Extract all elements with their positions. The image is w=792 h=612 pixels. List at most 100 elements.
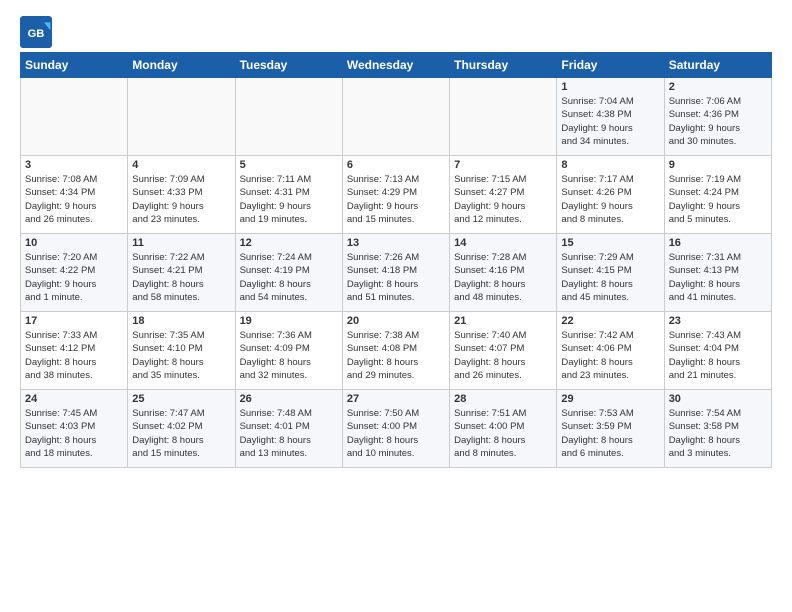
day-info: Sunrise: 7:51 AM Sunset: 4:00 PM Dayligh… — [454, 407, 552, 460]
calendar-cell: 12 Sunrise: 7:24 AM Sunset: 4:19 PM Dayli… — [235, 234, 342, 312]
day-number: 2 — [669, 81, 767, 93]
day-number: 16 — [669, 237, 767, 249]
calendar-cell: 3Sunrise: 7:08 AM Sunset: 4:34 PM Daylig… — [21, 156, 128, 234]
weekday-header: Friday — [557, 53, 664, 78]
day-info: Sunrise: 7:24 AM Sunset: 4:19 PM Dayligh… — [240, 251, 338, 304]
day-info: Sunrise: 7:40 AM Sunset: 4:07 PM Dayligh… — [454, 329, 552, 382]
calendar-cell: 11 Sunrise: 7:22 AM Sunset: 4:21 PM Dayli… — [128, 234, 235, 312]
calendar-cell: 29 Sunrise: 7:53 AM Sunset: 3:59 PM Dayli… — [557, 390, 664, 468]
day-info: Sunrise: 7:42 AM Sunset: 4:06 PM Dayligh… — [561, 329, 659, 382]
logo-icon: GB — [20, 16, 52, 48]
day-info: Sunrise: 7:53 AM Sunset: 3:59 PM Dayligh… — [561, 407, 659, 460]
day-info: Sunrise: 7:06 AM Sunset: 4:36 PM Dayligh… — [669, 95, 767, 148]
page-header: GB — [20, 16, 772, 48]
calendar-cell: 7Sunrise: 7:15 AM Sunset: 4:27 PM Daylig… — [450, 156, 557, 234]
calendar-cell — [235, 78, 342, 156]
day-info: Sunrise: 7:45 AM Sunset: 4:03 PM Dayligh… — [25, 407, 123, 460]
day-number: 11 — [132, 237, 230, 249]
calendar-cell: 1 Sunrise: 7:04 AM Sunset: 4:38 PM Daylig… — [557, 78, 664, 156]
day-info: Sunrise: 7:28 AM Sunset: 4:16 PM Dayligh… — [454, 251, 552, 304]
calendar-cell: 6 Sunrise: 7:13 AM Sunset: 4:29 PM Daylig… — [342, 156, 449, 234]
weekday-header: Sunday — [21, 53, 128, 78]
calendar-cell: 17 Sunrise: 7:33 AM Sunset: 4:12 PM Dayli… — [21, 312, 128, 390]
weekday-header: Saturday — [664, 53, 771, 78]
calendar-cell: 14 Sunrise: 7:28 AM Sunset: 4:16 PM Dayli… — [450, 234, 557, 312]
day-number: 3 — [25, 159, 123, 171]
calendar-cell: 23 Sunrise: 7:43 AM Sunset: 4:04 PM Dayli… — [664, 312, 771, 390]
day-info: Sunrise: 7:09 AM Sunset: 4:33 PM Dayligh… — [132, 173, 230, 226]
weekday-header: Thursday — [450, 53, 557, 78]
day-number: 20 — [347, 315, 445, 327]
day-number: 15 — [561, 237, 659, 249]
weekday-header: Wednesday — [342, 53, 449, 78]
calendar-cell: 24Sunrise: 7:45 AM Sunset: 4:03 PM Dayli… — [21, 390, 128, 468]
svg-text:GB: GB — [28, 28, 45, 40]
calendar-cell: 2 Sunrise: 7:06 AM Sunset: 4:36 PM Daylig… — [664, 78, 771, 156]
day-number: 4 — [132, 159, 230, 171]
day-number: 21 — [454, 315, 552, 327]
day-number: 6 — [347, 159, 445, 171]
day-info: Sunrise: 7:04 AM Sunset: 4:38 PM Dayligh… — [561, 95, 659, 148]
calendar-cell: 10 Sunrise: 7:20 AM Sunset: 4:22 PM Dayli… — [21, 234, 128, 312]
day-number: 1 — [561, 81, 659, 93]
day-number: 26 — [240, 393, 338, 405]
day-info: Sunrise: 7:50 AM Sunset: 4:00 PM Dayligh… — [347, 407, 445, 460]
day-info: Sunrise: 7:13 AM Sunset: 4:29 PM Dayligh… — [347, 173, 445, 226]
calendar-cell: 9 Sunrise: 7:19 AM Sunset: 4:24 PM Daylig… — [664, 156, 771, 234]
calendar-cell: 26 Sunrise: 7:48 AM Sunset: 4:01 PM Dayli… — [235, 390, 342, 468]
day-number: 10 — [25, 237, 123, 249]
day-number: 22 — [561, 315, 659, 327]
calendar-cell: 22 Sunrise: 7:42 AM Sunset: 4:06 PM Dayli… — [557, 312, 664, 390]
day-number: 19 — [240, 315, 338, 327]
calendar-cell: 19 Sunrise: 7:36 AM Sunset: 4:09 PM Dayli… — [235, 312, 342, 390]
calendar-cell: 5Sunrise: 7:11 AM Sunset: 4:31 PM Daylig… — [235, 156, 342, 234]
day-number: 23 — [669, 315, 767, 327]
logo: GB — [20, 16, 56, 48]
calendar-cell: 8 Sunrise: 7:17 AM Sunset: 4:26 PM Daylig… — [557, 156, 664, 234]
calendar-cell: 27 Sunrise: 7:50 AM Sunset: 4:00 PM Dayli… — [342, 390, 449, 468]
day-info: Sunrise: 7:43 AM Sunset: 4:04 PM Dayligh… — [669, 329, 767, 382]
calendar-header: SundayMondayTuesdayWednesdayThursdayFrid… — [21, 53, 772, 78]
calendar-cell: 28 Sunrise: 7:51 AM Sunset: 4:00 PM Dayli… — [450, 390, 557, 468]
day-number: 25 — [132, 393, 230, 405]
day-number: 17 — [25, 315, 123, 327]
day-number: 18 — [132, 315, 230, 327]
day-info: Sunrise: 7:11 AM Sunset: 4:31 PM Dayligh… — [240, 173, 338, 226]
weekday-header: Tuesday — [235, 53, 342, 78]
calendar-cell: 20 Sunrise: 7:38 AM Sunset: 4:08 PM Dayli… — [342, 312, 449, 390]
calendar-cell: 16 Sunrise: 7:31 AM Sunset: 4:13 PM Dayli… — [664, 234, 771, 312]
day-number: 14 — [454, 237, 552, 249]
day-info: Sunrise: 7:54 AM Sunset: 3:58 PM Dayligh… — [669, 407, 767, 460]
day-number: 13 — [347, 237, 445, 249]
day-info: Sunrise: 7:31 AM Sunset: 4:13 PM Dayligh… — [669, 251, 767, 304]
day-info: Sunrise: 7:35 AM Sunset: 4:10 PM Dayligh… — [132, 329, 230, 382]
calendar-cell — [342, 78, 449, 156]
day-info: Sunrise: 7:36 AM Sunset: 4:09 PM Dayligh… — [240, 329, 338, 382]
day-number: 27 — [347, 393, 445, 405]
day-info: Sunrise: 7:19 AM Sunset: 4:24 PM Dayligh… — [669, 173, 767, 226]
calendar-cell — [21, 78, 128, 156]
day-info: Sunrise: 7:22 AM Sunset: 4:21 PM Dayligh… — [132, 251, 230, 304]
calendar-cell — [128, 78, 235, 156]
calendar-cell: 18 Sunrise: 7:35 AM Sunset: 4:10 PM Dayli… — [128, 312, 235, 390]
calendar-cell: 4 Sunrise: 7:09 AM Sunset: 4:33 PM Daylig… — [128, 156, 235, 234]
calendar-table: SundayMondayTuesdayWednesdayThursdayFrid… — [20, 52, 772, 468]
day-info: Sunrise: 7:29 AM Sunset: 4:15 PM Dayligh… — [561, 251, 659, 304]
day-number: 7 — [454, 159, 552, 171]
weekday-header: Monday — [128, 53, 235, 78]
calendar-cell: 30 Sunrise: 7:54 AM Sunset: 3:58 PM Dayli… — [664, 390, 771, 468]
day-info: Sunrise: 7:38 AM Sunset: 4:08 PM Dayligh… — [347, 329, 445, 382]
day-info: Sunrise: 7:20 AM Sunset: 4:22 PM Dayligh… — [25, 251, 123, 304]
calendar-cell: 21 Sunrise: 7:40 AM Sunset: 4:07 PM Dayli… — [450, 312, 557, 390]
calendar-cell: 25Sunrise: 7:47 AM Sunset: 4:02 PM Dayli… — [128, 390, 235, 468]
day-info: Sunrise: 7:17 AM Sunset: 4:26 PM Dayligh… — [561, 173, 659, 226]
day-number: 9 — [669, 159, 767, 171]
day-number: 30 — [669, 393, 767, 405]
day-number: 29 — [561, 393, 659, 405]
calendar-cell: 13Sunrise: 7:26 AM Sunset: 4:18 PM Dayli… — [342, 234, 449, 312]
day-info: Sunrise: 7:33 AM Sunset: 4:12 PM Dayligh… — [25, 329, 123, 382]
day-info: Sunrise: 7:48 AM Sunset: 4:01 PM Dayligh… — [240, 407, 338, 460]
day-number: 8 — [561, 159, 659, 171]
day-number: 12 — [240, 237, 338, 249]
day-number: 28 — [454, 393, 552, 405]
